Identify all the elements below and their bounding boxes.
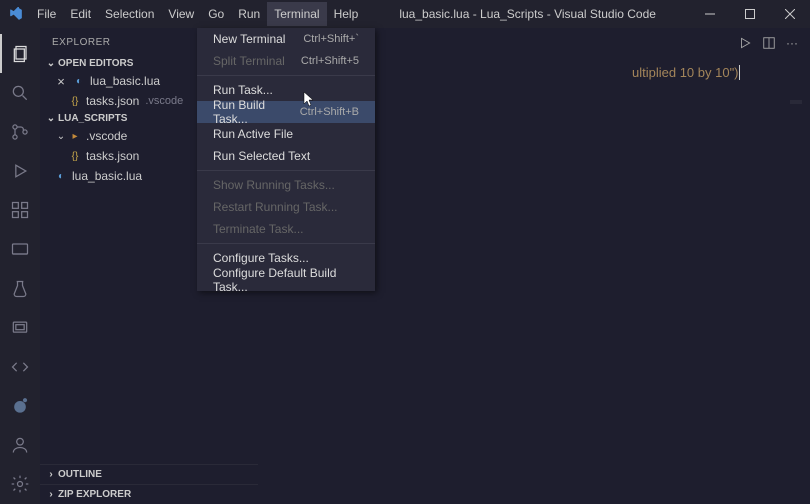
remote-icon[interactable] bbox=[0, 230, 40, 269]
menu-run[interactable]: Run bbox=[231, 2, 267, 26]
minimap[interactable] bbox=[790, 100, 802, 104]
menu-help[interactable]: Help bbox=[327, 2, 366, 26]
vscode-logo-icon bbox=[8, 6, 24, 22]
menu-bar: File Edit Selection View Go Run Terminal… bbox=[30, 2, 365, 26]
terminal-menu-dropdown: New TerminalCtrl+Shift+` Split TerminalC… bbox=[197, 28, 375, 291]
menu-edit[interactable]: Edit bbox=[63, 2, 98, 26]
file-label: tasks.json bbox=[86, 149, 139, 163]
menu-new-terminal[interactable]: New TerminalCtrl+Shift+` bbox=[197, 28, 375, 50]
title-bar: File Edit Selection View Go Run Terminal… bbox=[0, 0, 810, 28]
minimize-button[interactable] bbox=[690, 0, 730, 28]
json-file-icon: {} bbox=[68, 149, 82, 163]
run-icon[interactable] bbox=[738, 36, 752, 53]
bookmark-icon[interactable] bbox=[0, 308, 40, 347]
menu-file[interactable]: File bbox=[30, 2, 63, 26]
json-file-icon: {} bbox=[68, 94, 82, 108]
file-label: lua_basic.lua bbox=[72, 169, 142, 183]
menu-separator bbox=[197, 75, 375, 76]
menu-selection[interactable]: Selection bbox=[98, 2, 161, 26]
close-button[interactable] bbox=[770, 0, 810, 28]
run-debug-icon[interactable] bbox=[0, 152, 40, 191]
file-label: lua_basic.lua bbox=[90, 74, 160, 88]
extensions-icon[interactable] bbox=[0, 191, 40, 230]
menu-configure-default[interactable]: Configure Default Build Task... bbox=[197, 269, 375, 291]
testing-icon[interactable] bbox=[0, 269, 40, 308]
source-control-icon[interactable] bbox=[0, 112, 40, 151]
file-path-dim: .vscode bbox=[145, 95, 183, 107]
menu-separator bbox=[197, 170, 375, 171]
settings-icon[interactable] bbox=[0, 465, 40, 504]
lua-file-icon: ◐ bbox=[72, 74, 86, 88]
menu-run-build-task[interactable]: Run Build Task...Ctrl+Shift+B bbox=[197, 101, 375, 123]
menu-terminate-task: Terminate Task... bbox=[197, 218, 375, 240]
file-label: tasks.json bbox=[86, 94, 139, 108]
maximize-button[interactable] bbox=[730, 0, 770, 28]
close-icon[interactable]: × bbox=[54, 74, 68, 89]
split-editor-icon[interactable] bbox=[762, 36, 776, 53]
code-icon[interactable] bbox=[0, 347, 40, 386]
menu-show-running: Show Running Tasks... bbox=[197, 174, 375, 196]
folder-icon: ▸ bbox=[68, 129, 82, 143]
lua-file-icon: ◐ bbox=[54, 169, 68, 183]
menu-run-selected[interactable]: Run Selected Text bbox=[197, 145, 375, 167]
more-icon[interactable]: ··· bbox=[786, 36, 798, 53]
outline-section[interactable]: ›OUTLINE bbox=[40, 464, 258, 484]
activity-bar bbox=[0, 28, 40, 504]
menu-split-terminal: Split TerminalCtrl+Shift+5 bbox=[197, 50, 375, 72]
zip-explorer-section[interactable]: ›ZIP EXPLORER bbox=[40, 484, 258, 504]
menu-view[interactable]: View bbox=[161, 2, 201, 26]
menu-restart-task: Restart Running Task... bbox=[197, 196, 375, 218]
search-icon[interactable] bbox=[0, 73, 40, 112]
code-line: ultiplied 10 by 10") bbox=[632, 65, 740, 81]
folder-label: .vscode bbox=[86, 129, 127, 143]
menu-run-active-file[interactable]: Run Active File bbox=[197, 123, 375, 145]
menu-terminal[interactable]: Terminal bbox=[267, 2, 326, 26]
account-icon[interactable] bbox=[0, 426, 40, 465]
mouse-cursor-icon bbox=[299, 91, 315, 114]
window-title: lua_basic.lua - Lua_Scripts - Visual Stu… bbox=[365, 7, 690, 21]
lua-icon[interactable] bbox=[0, 387, 40, 426]
menu-go[interactable]: Go bbox=[201, 2, 231, 26]
explorer-icon[interactable] bbox=[0, 34, 40, 73]
menu-separator bbox=[197, 243, 375, 244]
